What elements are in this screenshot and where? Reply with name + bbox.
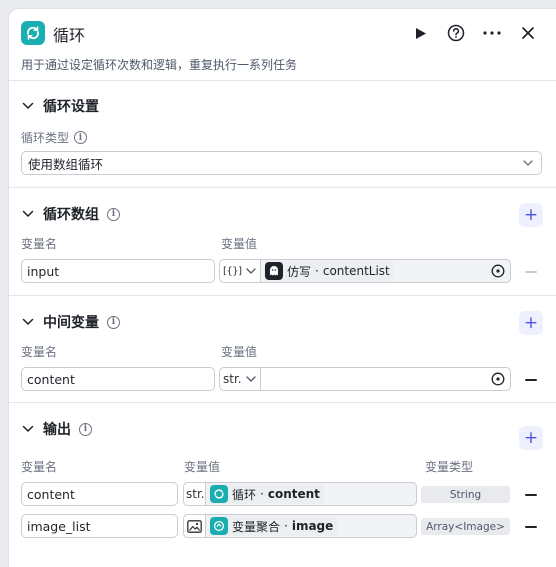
ref-separator: ·: [315, 264, 319, 278]
loop-type-label-wrap: 循环类型 i: [21, 129, 88, 146]
panel-header: 循环 用于通过设定循环次数和逻辑，重复执行一系列任务: [9, 9, 556, 81]
image-icon: [187, 519, 202, 533]
section-title: 循环设置: [43, 99, 99, 115]
variable-ref-tag[interactable]: 循环 · content: [209, 484, 324, 504]
output-name-input[interactable]: content: [21, 482, 178, 506]
ghost-icon: [265, 262, 283, 280]
plus-icon: +: [523, 204, 539, 225]
intermediate-header[interactable]: 中间变量 i: [21, 312, 120, 332]
variable-ref-tag[interactable]: 变量聚合 · image: [209, 516, 338, 536]
add-intermediate-button[interactable]: +: [519, 311, 543, 335]
output-value-field[interactable]: 循环 · content: [206, 482, 417, 506]
output-name-input[interactable]: image_list: [21, 514, 178, 538]
close-button[interactable]: [517, 22, 539, 44]
loop-array-section: 循环数组 i + 变量名 变量值 input [{}] 仿写 · contentLi…: [9, 188, 556, 296]
var-type-badge: Array<Image>: [421, 518, 510, 535]
intermediate-type-select[interactable]: str.: [219, 367, 261, 391]
target-icon[interactable]: [491, 264, 505, 278]
output-section: 输出 i + 变量名 变量值 变量类型 content str. 循环 · cont…: [9, 403, 556, 567]
loop-array-value-field[interactable]: 仿写 · contentList: [261, 259, 511, 283]
intermediate-value-field[interactable]: [261, 367, 511, 391]
help-button[interactable]: [445, 22, 467, 44]
ref-var-name: contentList: [322, 264, 390, 278]
ref-node-name: 变量聚合: [232, 519, 281, 534]
node-panel: 循环 用于通过设定循环次数和逻辑，重复执行一系列任务 循环设置 循环类型 i 使…: [9, 9, 556, 567]
col-name-label: 变量名: [21, 460, 58, 474]
output-value-field[interactable]: 变量聚合 · image: [206, 514, 417, 538]
loop-settings-header[interactable]: 循环设置: [21, 96, 99, 116]
chevron-down-icon[interactable]: [21, 422, 35, 436]
type-label: str.: [223, 372, 242, 386]
chevron-down-icon: [245, 376, 256, 382]
ref-var-name: content: [267, 487, 320, 501]
info-icon[interactable]: i: [74, 131, 88, 144]
node-description[interactable]: 用于通过设定循环次数和逻辑，重复执行一系列任务: [21, 56, 297, 73]
chevron-down-icon[interactable]: [21, 207, 35, 221]
target-icon[interactable]: [491, 372, 505, 386]
col-type-label: 变量类型: [425, 460, 474, 474]
close-icon: [522, 27, 534, 39]
col-value-label: 变量值: [221, 237, 258, 251]
add-loop-array-button[interactable]: +: [519, 203, 543, 227]
remove-row-button[interactable]: [525, 494, 537, 496]
col-name-label: 变量名: [21, 237, 58, 251]
ref-separator: ·: [284, 519, 288, 533]
section-title: 输出: [43, 422, 71, 438]
section-title: 中间变量: [43, 315, 99, 331]
type-label: [{}]: [223, 265, 242, 277]
chevron-down-icon: [523, 160, 533, 166]
output-header[interactable]: 输出 i: [21, 419, 92, 439]
loop-icon: [210, 485, 228, 503]
chevron-down-icon: [245, 268, 256, 274]
loop-type-value: 使用数组循环: [28, 156, 104, 172]
ref-node-name: 循环: [232, 487, 257, 502]
output-type-select[interactable]: str.: [183, 482, 206, 506]
loop-type-label: 循环类型: [21, 131, 70, 145]
loop-type-select[interactable]: 使用数组循环: [21, 151, 542, 175]
chevron-down-icon[interactable]: [21, 315, 35, 329]
play-icon: [416, 27, 426, 39]
variable-ref-tag[interactable]: 仿写 · contentList: [264, 261, 394, 281]
info-icon[interactable]: i: [79, 422, 92, 436]
info-icon[interactable]: i: [107, 207, 120, 221]
output-type-select[interactable]: [183, 514, 206, 538]
remove-row-button[interactable]: [525, 271, 537, 273]
col-value-label: 变量值: [221, 345, 258, 359]
info-icon[interactable]: i: [107, 315, 120, 329]
col-name-label: 变量名: [21, 345, 58, 359]
remove-row-button[interactable]: [525, 379, 537, 381]
help-icon: [447, 24, 465, 42]
intermediate-name-input[interactable]: content: [21, 367, 215, 391]
intermediate-section: 中间变量 i + 变量名 变量值 content str.: [9, 296, 556, 403]
remove-row-button[interactable]: [525, 526, 537, 528]
loop-array-header[interactable]: 循环数组 i: [21, 204, 120, 224]
section-title: 循环数组: [43, 207, 99, 223]
var-type-badge: String: [421, 486, 510, 503]
ref-separator: ·: [260, 487, 264, 501]
more-button[interactable]: [481, 22, 503, 44]
type-label: str.: [186, 487, 205, 501]
node-title[interactable]: 循环: [53, 22, 85, 46]
ref-var-name: image: [291, 519, 334, 533]
run-button[interactable]: [410, 22, 432, 44]
loop-icon: [21, 21, 45, 45]
loop-array-name-input[interactable]: input: [21, 259, 215, 283]
more-icon: [483, 31, 501, 35]
variable-merge-icon: [210, 517, 228, 535]
add-output-button[interactable]: +: [519, 426, 543, 450]
chevron-down-icon[interactable]: [21, 99, 35, 113]
col-value-label: 变量值: [184, 460, 221, 474]
plus-icon: +: [523, 427, 539, 448]
loop-array-type-select[interactable]: [{}]: [219, 259, 261, 283]
plus-icon: +: [523, 312, 539, 333]
ref-node-name: 仿写: [287, 264, 312, 279]
